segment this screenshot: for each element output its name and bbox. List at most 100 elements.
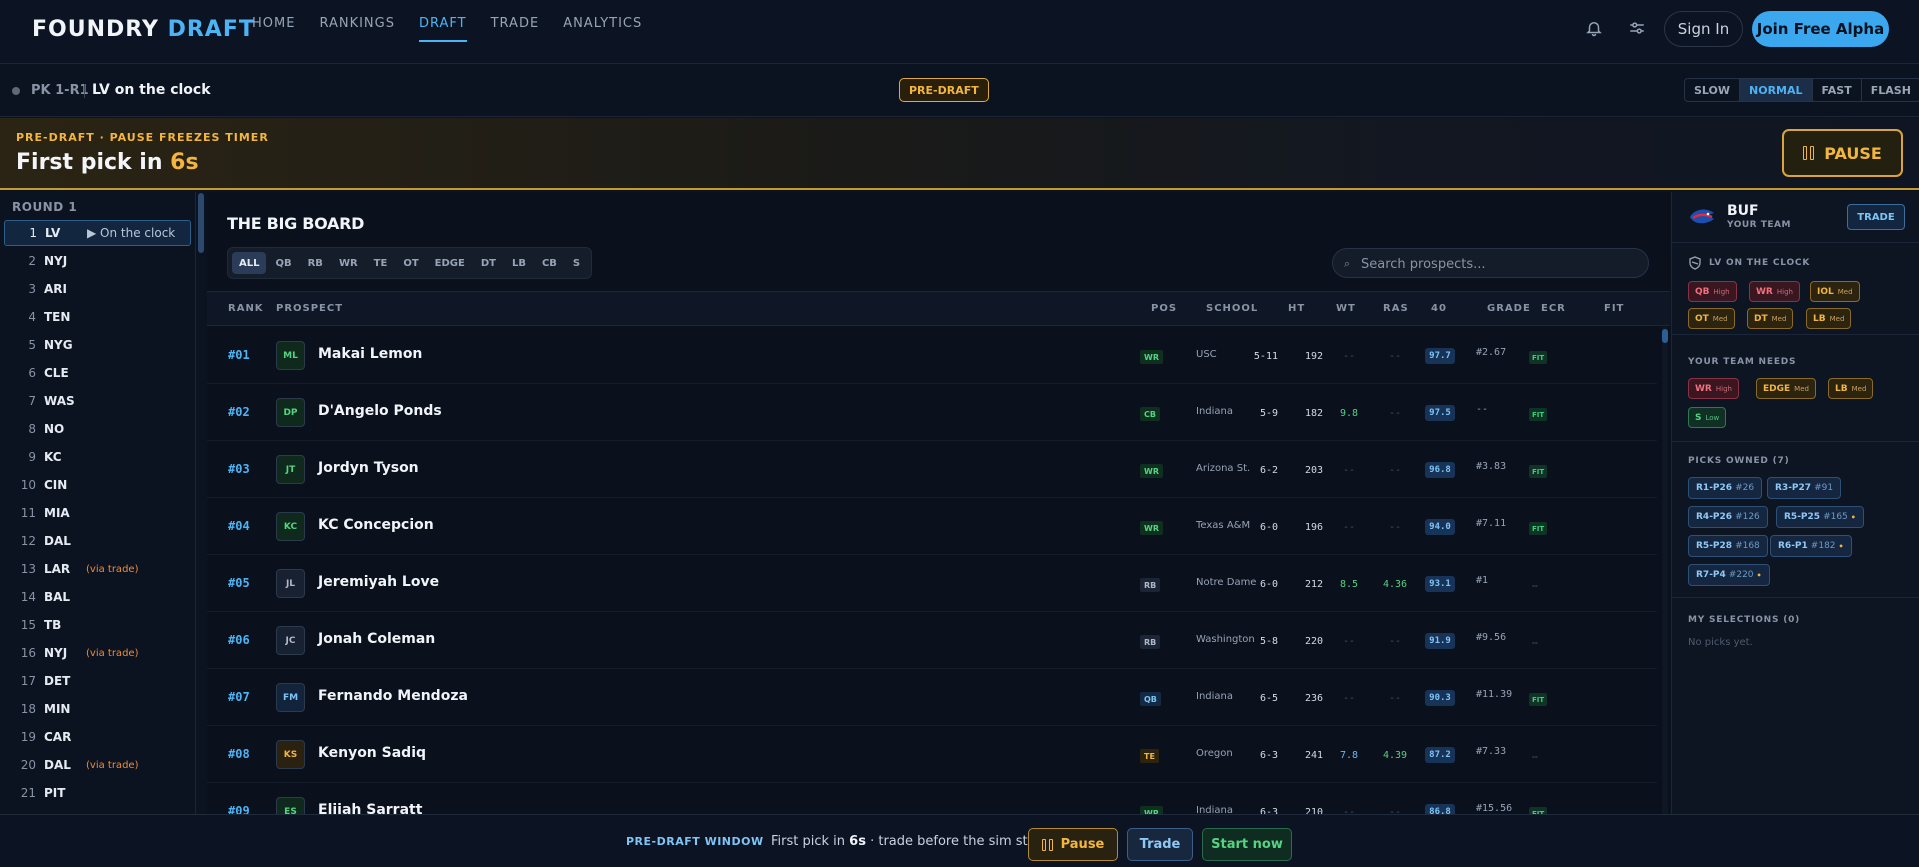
trade-button[interactable]: TRADE (1847, 204, 1905, 230)
pick-row-lv[interactable]: 1 LV ▶ On the clock (4, 220, 191, 246)
headline-text: First pick in (16, 150, 171, 175)
speed-flash[interactable]: FLASH (1862, 79, 1919, 101)
col-ras[interactable]: RAS (1383, 303, 1409, 314)
pick-row-no[interactable]: 8 NO (4, 416, 191, 442)
prospect-name[interactable]: D'Angelo Ponds (318, 403, 442, 419)
prospect-forty: -- (1388, 351, 1402, 362)
owned-pick-chip[interactable]: R7-P4 #220 • (1688, 564, 1770, 586)
pick-row-dal[interactable]: 20 DAL (via trade) (4, 752, 191, 778)
filter-rb[interactable]: RB (301, 252, 330, 274)
sign-in-button[interactable]: Sign In (1664, 11, 1743, 47)
footer-trade-button[interactable]: Trade (1127, 828, 1193, 861)
logo[interactable]: FOUNDRY DRAFT (32, 17, 255, 42)
prospect-name[interactable]: Jeremiyah Love (318, 574, 439, 590)
filter-te[interactable]: TE (367, 252, 395, 274)
team-needs-label: YOUR TEAM NEEDS (1688, 357, 1797, 367)
divider (1672, 242, 1919, 243)
col-fit[interactable]: FIT (1604, 303, 1624, 314)
col-wt[interactable]: WT (1336, 303, 1356, 314)
sidebar-scrollbar[interactable] (198, 193, 204, 253)
prospect-name[interactable]: Jordyn Tyson (318, 460, 419, 476)
pick-row-nyj[interactable]: 2 NYJ (4, 248, 191, 274)
speed-normal[interactable]: NORMAL (1740, 79, 1813, 101)
filter-wr[interactable]: WR (332, 252, 365, 274)
col-ecr[interactable]: ECR (1541, 303, 1566, 314)
footer-pause-button[interactable]: Pause (1028, 828, 1118, 861)
pick-row-ari[interactable]: 3 ARI (4, 276, 191, 302)
start-now-button[interactable]: Start now (1202, 828, 1292, 861)
owned-pick-chip[interactable]: R5-P25 #165 • (1776, 506, 1864, 528)
pick-row-tb[interactable]: 15 TB (4, 612, 191, 638)
col-forty[interactable]: 40 (1431, 303, 1447, 314)
join-free-alpha-button[interactable]: Join Free Alpha (1752, 11, 1889, 47)
filter-cb[interactable]: CB (535, 252, 564, 274)
pick-row-kc[interactable]: 9 KC (4, 444, 191, 470)
pick-row-pit[interactable]: 21 PIT (4, 780, 191, 806)
pick-row-min[interactable]: 18 MIN (4, 696, 191, 722)
no-picks-text: No picks yet. (1688, 637, 1753, 648)
pick-row-cin[interactable]: 10 CIN (4, 472, 191, 498)
filter-edge[interactable]: EDGE (428, 252, 472, 274)
owned-pick-chip[interactable]: R6-P1 #182 • (1770, 535, 1852, 557)
prospect-row[interactable]: #03 JT Jordyn Tyson WR Arizona St. 6-2 203 -- --… (207, 441, 1657, 498)
filter-dt[interactable]: DT (474, 252, 503, 274)
col-rank[interactable]: RANK (228, 303, 264, 314)
nav-analytics[interactable]: ANALYTICS (563, 16, 642, 42)
owned-pick-chip[interactable]: R5-P28 #168 (1688, 535, 1768, 557)
pick-row-was[interactable]: 7 WAS (4, 388, 191, 414)
col-grade[interactable]: GRADE (1487, 303, 1531, 314)
filter-all[interactable]: ALL (232, 252, 267, 274)
col-ht[interactable]: HT (1288, 303, 1305, 314)
nav-trade[interactable]: TRADE (491, 16, 540, 42)
prospect-name[interactable]: Makai Lemon (318, 346, 422, 362)
pick-row-ten[interactable]: 4 TEN (4, 304, 191, 330)
search-icon: ⌕ (1344, 257, 1351, 270)
pick-row-bal[interactable]: 14 BAL (4, 584, 191, 610)
pause-button[interactable]: PAUSE (1782, 129, 1903, 177)
bell-icon[interactable] (1585, 19, 1605, 39)
prospect-row[interactable]: #02 DP D'Angelo Ponds CB Indiana 5-9 182 9.8 -- 9… (207, 384, 1657, 441)
nav-draft[interactable]: DRAFT (419, 16, 467, 42)
filter-lb[interactable]: LB (505, 252, 533, 274)
footer-seconds: 6s (849, 834, 866, 849)
owned-pick-chip[interactable]: R1-P26 #26 (1688, 477, 1763, 499)
sliders-icon[interactable] (1628, 19, 1648, 39)
prospect-row[interactable]: #04 KC KC Concepcion WR Texas A&M 6-0 196 -- -- 9… (207, 498, 1657, 555)
prospect-ras: -- (1342, 522, 1356, 533)
search-input[interactable] (1361, 254, 1641, 274)
pick-row-nyg[interactable]: 5 NYG (4, 332, 191, 358)
board-scrollbar[interactable] (1662, 327, 1668, 867)
prospect-name[interactable]: Kenyon Sadiq (318, 745, 426, 761)
pick-row-det[interactable]: 17 DET (4, 668, 191, 694)
nav-rankings[interactable]: RANKINGS (319, 16, 395, 42)
owned-pick-chip[interactable]: R4-P26 #126 (1688, 506, 1768, 528)
col-prospect[interactable]: PROSPECT (276, 303, 343, 314)
nav-home[interactable]: HOME (252, 16, 295, 42)
position-filters: ALL QB RB WR TE OT EDGE DT LB CB S (227, 247, 593, 279)
scroll-thumb[interactable] (1662, 329, 1668, 343)
prospect-row[interactable]: #08 KS Kenyon Sadiq TE Oregon 6-3 241 7.8 4.39 87… (207, 726, 1657, 783)
speed-fast[interactable]: FAST (1813, 79, 1862, 101)
pick-row-lar[interactable]: 13 LAR (via trade) (4, 556, 191, 582)
prospect-name[interactable]: KC Concepcion (318, 517, 434, 533)
owned-pick-chip[interactable]: R3-P27 #91 (1767, 477, 1842, 499)
pick-row-mia[interactable]: 11 MIA (4, 500, 191, 526)
speed-slow[interactable]: SLOW (1685, 79, 1741, 101)
col-pos[interactable]: POS (1151, 303, 1177, 314)
pick-row-nyj[interactable]: 16 NYJ (via trade) (4, 640, 191, 666)
prospect-row[interactable]: #07 FM Fernando Mendoza QB Indiana 6-5 236 -- --… (207, 669, 1657, 726)
prospect-name[interactable]: Fernando Mendoza (318, 688, 468, 704)
pick-row-dal[interactable]: 12 DAL (4, 528, 191, 554)
prospect-row[interactable]: #05 JL Jeremiyah Love RB Notre Dame 6-0 212 8.5… (207, 555, 1657, 612)
prospect-row[interactable]: #06 JC Jonah Coleman RB Washington 5-8 220 -- --… (207, 612, 1657, 669)
pick-row-car[interactable]: 19 CAR (4, 724, 191, 750)
grade-badge: 90.3 (1425, 690, 1455, 706)
filter-s[interactable]: S (566, 252, 587, 274)
on-the-clock-indicator: ▶ On the clock (87, 226, 176, 240)
filter-ot[interactable]: OT (396, 252, 425, 274)
col-school[interactable]: SCHOOL (1206, 303, 1258, 314)
prospect-name[interactable]: Jonah Coleman (318, 631, 435, 647)
filter-qb[interactable]: QB (268, 252, 298, 274)
pick-row-cle[interactable]: 6 CLE (4, 360, 191, 386)
prospect-row[interactable]: #01 ML Makai Lemon WR USC 5-11 192 -- -- 97.7 #2.6… (207, 327, 1657, 384)
